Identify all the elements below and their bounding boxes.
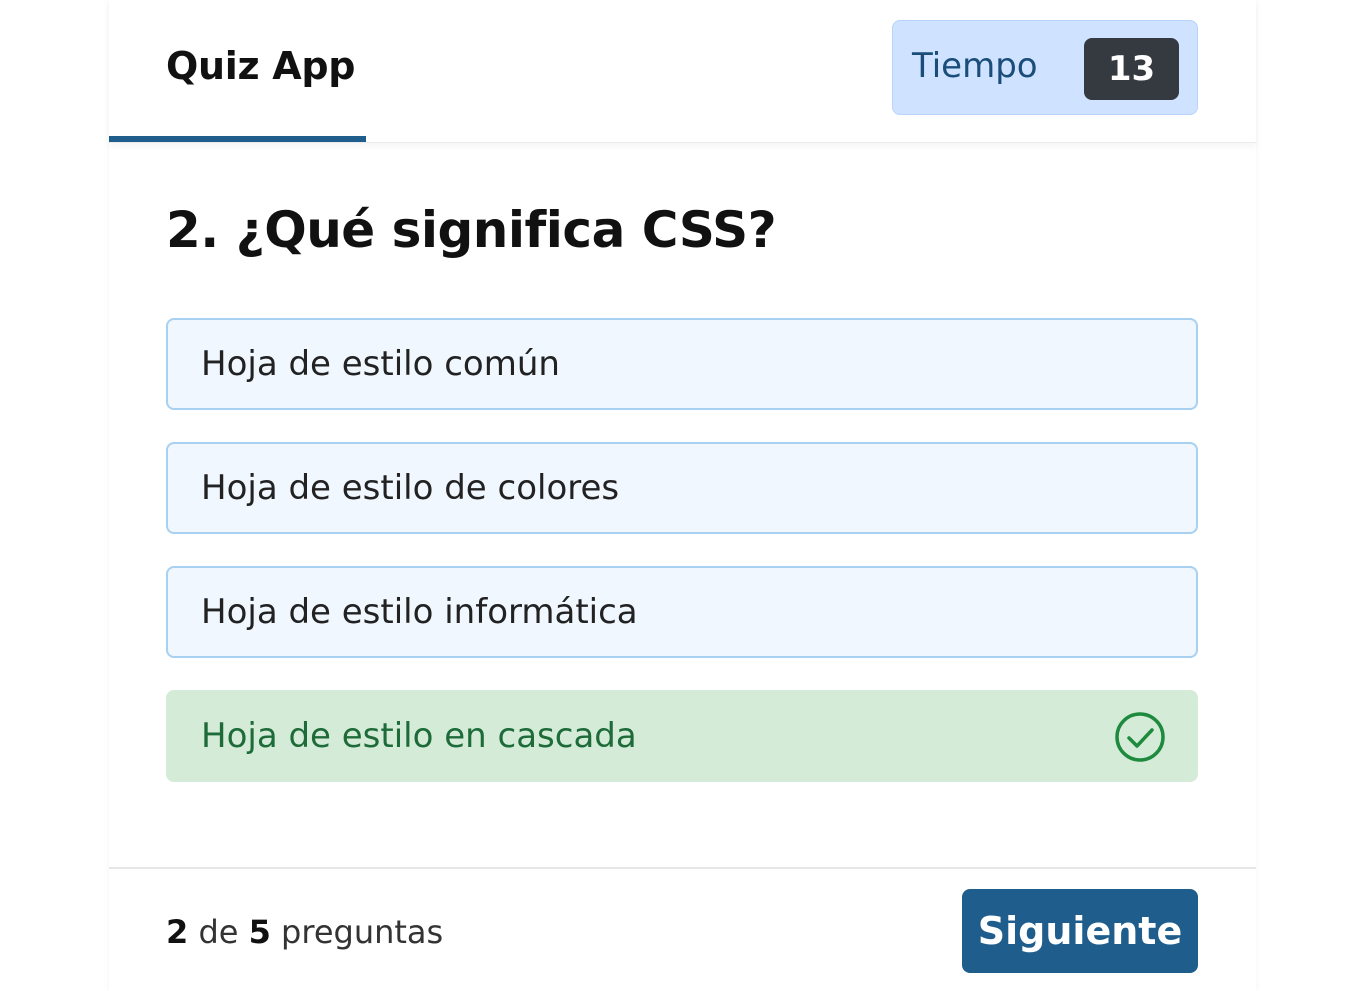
answer-option-2[interactable]: Hoja de estilo de colores (166, 442, 1198, 534)
quiz-header: Quiz App Tiempo 13 (109, 0, 1256, 143)
progress-total: 5 (248, 913, 271, 951)
timer-value-badge: 13 (1084, 38, 1179, 100)
progress-current: 2 (166, 913, 189, 951)
next-button[interactable]: Siguiente (962, 889, 1198, 973)
timer-box: Tiempo 13 (892, 20, 1198, 115)
answer-option-1[interactable]: Hoja de estilo común (166, 318, 1198, 410)
timer-label: Tiempo (912, 46, 1038, 86)
page: Quiz App Tiempo 13 2. ¿Qué significa CSS… (0, 0, 1365, 991)
check-circle-icon (1115, 712, 1165, 762)
answer-option-label: Hoja de estilo común (201, 344, 560, 384)
progress-of: de (198, 913, 239, 951)
answer-option-label: Hoja de estilo de colores (201, 468, 620, 508)
title-underline (109, 136, 366, 142)
answer-option-4-correct[interactable]: Hoja de estilo en cascada (166, 690, 1198, 782)
question-text: 2. ¿Qué significa CSS? (166, 201, 777, 259)
app-title: Quiz App (166, 44, 356, 88)
quiz-footer: 2 de 5 preguntas Siguiente (109, 867, 1256, 991)
progress-suffix: preguntas (281, 913, 444, 951)
question-progress: 2 de 5 preguntas (166, 913, 443, 951)
answer-option-label: Hoja de estilo informática (201, 592, 638, 632)
answer-option-label: Hoja de estilo en cascada (201, 716, 637, 756)
quiz-card: Quiz App Tiempo 13 2. ¿Qué significa CSS… (109, 0, 1256, 991)
answer-option-3[interactable]: Hoja de estilo informática (166, 566, 1198, 658)
